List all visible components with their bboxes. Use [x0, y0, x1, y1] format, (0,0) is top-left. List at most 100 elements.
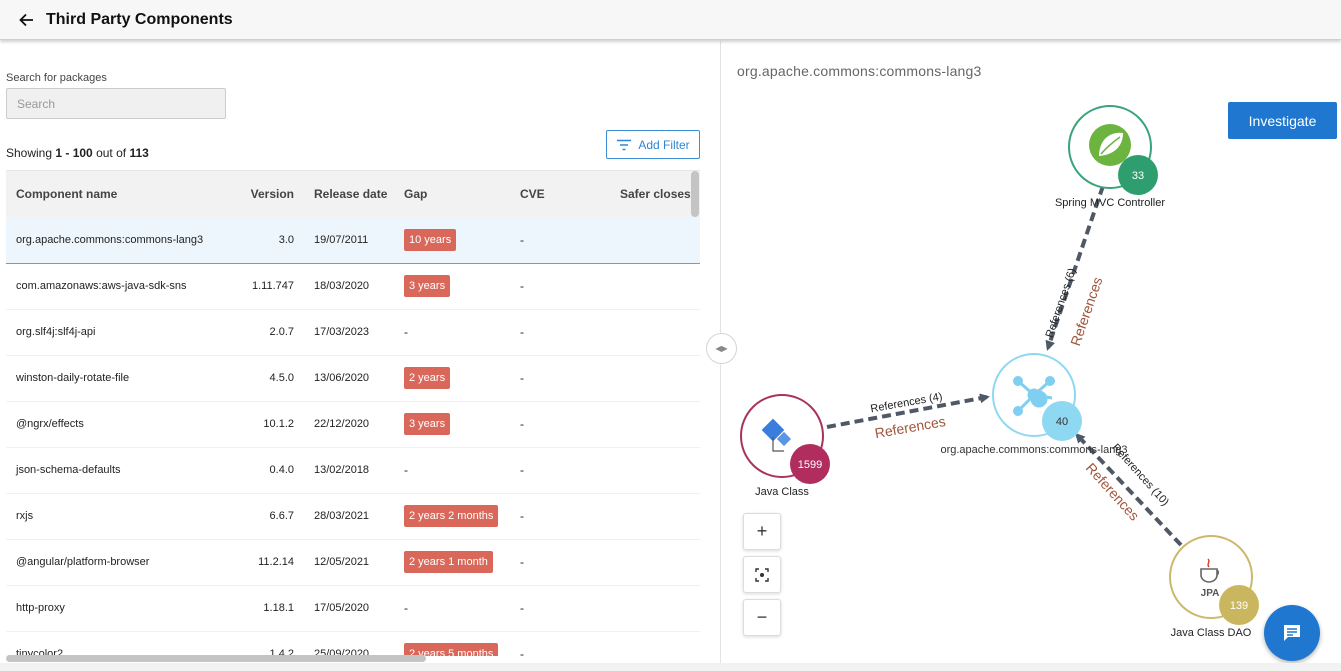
cve-cell: -	[510, 401, 610, 448]
edge-label-javaclass: References (4)	[870, 391, 944, 415]
gap-value: -	[404, 601, 408, 615]
top-bar: Third Party Components	[0, 0, 1341, 40]
release-date-cell: 17/05/2020	[304, 585, 394, 632]
search-label: Search for packages	[6, 72, 107, 84]
gap-cell: 2 years 2 months	[394, 493, 510, 540]
dependency-graph-panel: org.apache.commons:commons-lang3 Referen…	[721, 41, 1341, 671]
table-row[interactable]: winston-daily-rotate-file 4.5.0 13/06/2020…	[6, 355, 700, 402]
release-date-cell: 28/03/2021	[304, 493, 394, 540]
gap-cell: 2 years	[394, 355, 510, 402]
cve-cell: -	[510, 309, 610, 356]
graph-node-javaclass[interactable]: 1599 Java Class	[740, 394, 830, 498]
safer-closest-cell	[610, 493, 700, 540]
back-arrow-icon[interactable]	[14, 8, 38, 32]
component-name-cell: tinycolor2	[6, 631, 226, 656]
zoom-out-button[interactable]: −	[743, 599, 781, 636]
column-header-component-name[interactable]: Component name	[6, 171, 226, 217]
table-row[interactable]: tinycolor2 1.4.2 25/09/2020 2 years 5 month…	[6, 631, 700, 656]
svg-text:JPA: JPA	[1201, 588, 1220, 599]
graph-edge-javaclass[interactable]: References (4) References	[826, 391, 990, 441]
safer-closest-cell	[610, 263, 700, 310]
release-date-cell: 13/06/2020	[304, 355, 394, 402]
version-cell: 11.2.14	[226, 539, 304, 586]
table-header-row: Component name Version Release date Gap …	[6, 171, 700, 217]
table-row[interactable]: @ngrx/effects 10.1.2 22/12/2020 3 years -	[6, 401, 700, 448]
release-date-cell: 17/03/2023	[304, 309, 394, 356]
component-name-cell: rxjs	[6, 493, 226, 540]
gap-cell: 3 years	[394, 401, 510, 448]
chat-icon	[1284, 625, 1300, 641]
graph-node-dao[interactable]: JPA 139 Java Class DAO	[1169, 535, 1259, 639]
column-header-release-date[interactable]: Release date	[304, 171, 394, 217]
fit-view-button[interactable]	[743, 556, 781, 593]
results-summary: Showing 1 - 100 out of 113	[6, 146, 149, 160]
graph-node-spring[interactable]: 33 Spring MVC Controller	[1055, 105, 1165, 209]
column-header-version[interactable]: Version	[226, 171, 304, 217]
safer-closest-cell	[610, 355, 700, 402]
version-cell: 6.6.7	[226, 493, 304, 540]
component-name-cell: org.slf4j:slf4j-api	[6, 309, 226, 356]
zoom-in-icon: +	[756, 521, 768, 541]
column-header-gap[interactable]: Gap	[394, 171, 510, 217]
zoom-in-button[interactable]: +	[743, 513, 781, 550]
graph-node-center[interactable]: 40 org.apache.commons:commons-lang3	[940, 353, 1128, 456]
fit-view-icon	[755, 567, 769, 582]
resize-handle[interactable]: ◀▶	[706, 333, 737, 364]
gap-badge: 2 years 1 month	[404, 551, 493, 573]
table-row[interactable]: json-schema-defaults 0.4.0 13/02/2018- -	[6, 447, 700, 494]
chat-button[interactable]	[1264, 605, 1320, 661]
gap-cell: -	[394, 309, 510, 356]
column-header-safer-closest[interactable]: Safer closest	[610, 171, 700, 217]
component-name-cell: org.apache.commons:commons-lang3	[6, 217, 226, 264]
safer-closest-cell	[610, 217, 700, 264]
zoom-out-icon: −	[756, 607, 768, 627]
cve-cell: -	[510, 539, 610, 586]
version-cell: 3.0	[226, 217, 304, 264]
release-date-cell: 12/05/2021	[304, 539, 394, 586]
version-cell: 0.4.0	[226, 447, 304, 494]
cve-cell: -	[510, 493, 610, 540]
gap-cell: 2 years 5 months	[394, 631, 510, 656]
column-header-cve[interactable]: CVE	[510, 171, 610, 217]
release-date-cell: 18/03/2020	[304, 263, 394, 310]
spring-node-label: Spring MVC Controller	[1055, 197, 1165, 209]
table-row[interactable]: org.apache.commons:commons-lang3 3.0 19/07…	[6, 217, 700, 264]
graph-edge-spring[interactable]: References (6) References	[1044, 185, 1106, 351]
gap-cell: 2 years 1 month	[394, 539, 510, 586]
table-row[interactable]: http-proxy 1.18.1 17/05/2020- -	[6, 585, 700, 632]
gap-cell: -	[394, 585, 510, 632]
center-node-count: 40	[1056, 416, 1068, 428]
javaclass-node-count: 1599	[798, 459, 822, 471]
table-row[interactable]: org.slf4j:slf4j-api 2.0.7 17/03/2023- -	[6, 309, 700, 356]
release-date-cell: 22/12/2020	[304, 401, 394, 448]
components-list-panel: Search for packages Showing 1 - 100 out …	[0, 41, 720, 671]
gap-badge: 10 years	[404, 228, 457, 251]
table-row[interactable]: rxjs 6.6.7 28/03/2021 2 years 2 months -	[6, 493, 700, 540]
version-cell: 4.5.0	[226, 355, 304, 402]
cve-cell: -	[510, 263, 610, 310]
table-horizontal-scrollbar[interactable]	[6, 655, 426, 662]
dao-node-label: Java Class DAO	[1171, 627, 1252, 639]
javaclass-node-label: Java Class	[755, 486, 809, 498]
dao-node-count: 139	[1230, 600, 1248, 612]
safer-closest-cell	[610, 631, 700, 656]
investigate-button[interactable]: Investigate	[1228, 102, 1337, 139]
table-row[interactable]: com.amazonaws:aws-java-sdk-sns 1.11.747 18…	[6, 263, 700, 310]
version-cell: 1.11.747	[226, 263, 304, 310]
add-filter-button[interactable]: Add Filter	[606, 130, 700, 159]
cve-cell: -	[510, 217, 610, 264]
version-cell: 10.1.2	[226, 401, 304, 448]
gap-badge: 3 years	[404, 413, 451, 435]
spring-node-count: 33	[1132, 170, 1144, 182]
gap-cell: -	[394, 447, 510, 494]
cve-cell: -	[510, 355, 610, 402]
table-row[interactable]: @angular/platform-browser 11.2.14 12/05/20…	[6, 539, 700, 586]
bottom-strip	[0, 663, 1341, 671]
gap-cell: 3 years	[394, 263, 510, 310]
gap-badge: 3 years	[404, 275, 451, 297]
gap-value: -	[404, 463, 408, 477]
table-vertical-scrollbar[interactable]	[691, 171, 699, 217]
center-node-label: org.apache.commons:commons-lang3	[940, 444, 1127, 456]
release-date-cell: 19/07/2011	[304, 217, 394, 264]
search-input[interactable]	[6, 88, 226, 119]
